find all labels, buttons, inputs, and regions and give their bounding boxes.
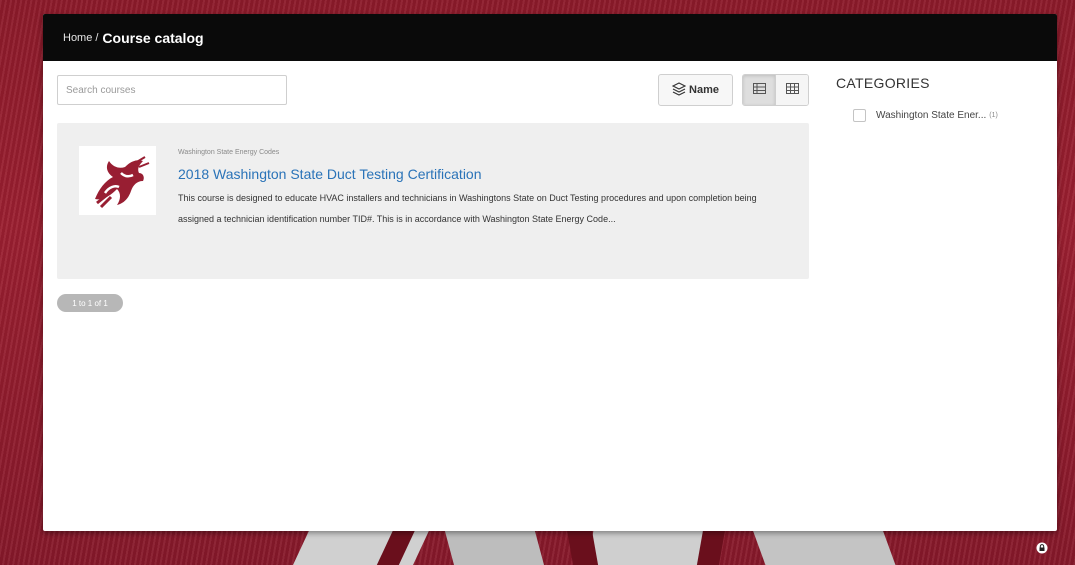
header-bar: Home / Course catalog xyxy=(43,14,1057,61)
list-view-icon xyxy=(752,81,766,99)
grid-view-button[interactable] xyxy=(775,75,808,105)
catalog-toolbar: Name xyxy=(57,74,809,106)
category-label[interactable]: Washington State Ener... xyxy=(876,110,986,121)
course-description: This course is designed to educate HVAC … xyxy=(178,193,757,224)
category-checkbox[interactable] xyxy=(853,109,866,122)
wsu-cougar-logo[interactable] xyxy=(79,146,156,215)
list-view-button[interactable] xyxy=(743,75,775,105)
course-category: Washington State Energy Codes xyxy=(178,149,280,156)
course-card-body: Washington State Energy Codes 2018 Washi… xyxy=(178,149,793,229)
view-toggle xyxy=(742,74,809,106)
search-input[interactable] xyxy=(57,75,287,105)
grid-view-icon xyxy=(785,81,799,99)
catalog-window: Home / Course catalog Name xyxy=(43,14,1057,531)
lock-icon[interactable] xyxy=(1036,541,1048,554)
sort-label: Name xyxy=(689,84,719,96)
page-title: Course catalog xyxy=(102,29,204,46)
categories-heading: CATEGORIES xyxy=(836,75,930,91)
layers-icon xyxy=(671,81,687,99)
pagination-badge: 1 to 1 of 1 xyxy=(57,294,123,312)
categories-sidebar: CATEGORIES Washington State Ener... (1) xyxy=(836,75,1046,122)
sort-button[interactable]: Name xyxy=(658,74,733,106)
course-card[interactable]: Washington State Energy Codes 2018 Washi… xyxy=(57,123,809,279)
category-item[interactable]: Washington State Ener... (1) xyxy=(853,109,1046,122)
category-count: (1) xyxy=(989,112,998,119)
breadcrumb-separator: / xyxy=(95,31,99,44)
course-title-link[interactable]: 2018 Washington State Duct Testing Certi… xyxy=(178,166,793,182)
breadcrumb-home-link[interactable]: Home xyxy=(63,32,92,44)
course-list-area: Name xyxy=(57,74,809,312)
